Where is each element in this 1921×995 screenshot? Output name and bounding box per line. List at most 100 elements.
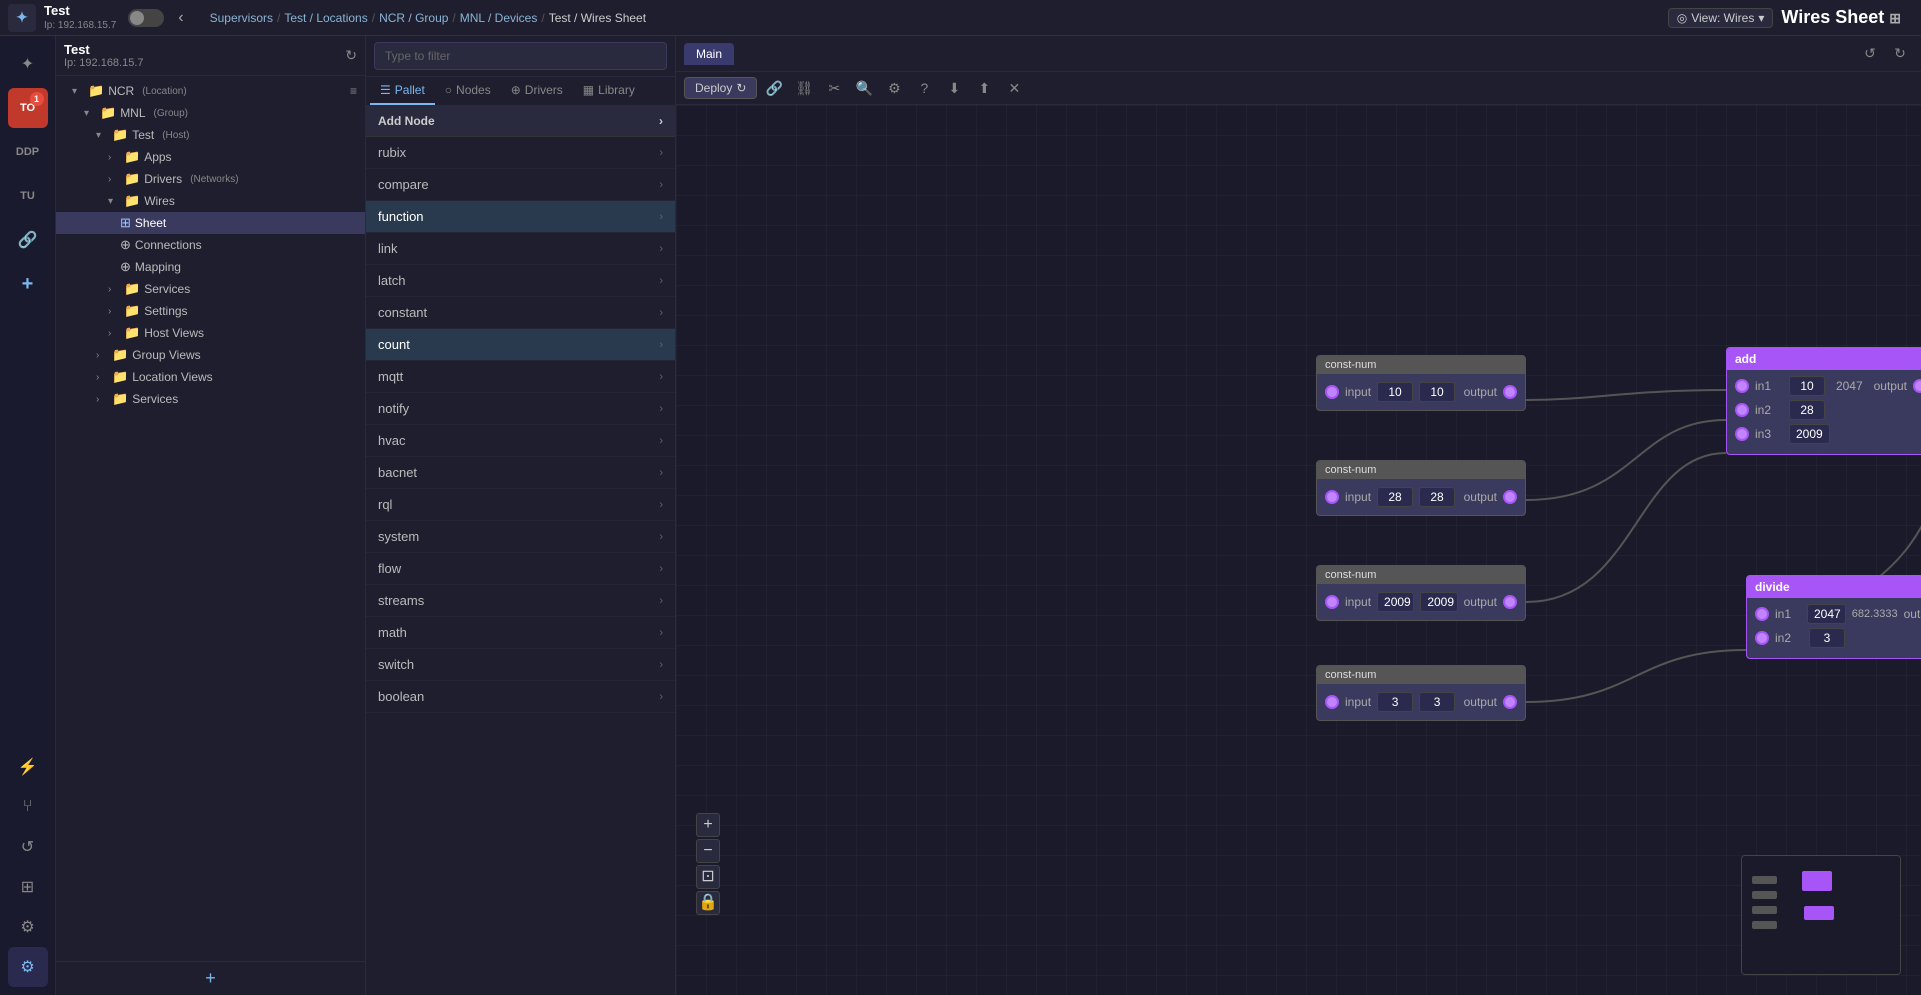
close-canvas-button[interactable]: ✕	[1001, 75, 1027, 101]
download-button[interactable]: ⬇	[941, 75, 967, 101]
link-canvas-button[interactable]: 🔗	[761, 75, 787, 101]
view-selector[interactable]: ◎ View: Wires ▾	[1668, 8, 1774, 28]
tab-drivers[interactable]: ⊕ Drivers	[501, 77, 573, 105]
add-in2-port[interactable]	[1735, 403, 1749, 417]
gear-canvas-button[interactable]: ⚙	[881, 75, 907, 101]
canvas-grid[interactable]: const-num input 10 10 output const-num	[676, 105, 1921, 995]
output-port-2[interactable]	[1503, 490, 1517, 504]
breadcrumb-wires-sheet[interactable]: Test / Wires Sheet	[549, 11, 646, 25]
output-port-3[interactable]	[1503, 595, 1517, 609]
pallet-item-switch[interactable]: switch ›	[366, 649, 675, 681]
link-sidebar-button[interactable]: 🔗	[8, 220, 48, 260]
const-num-node-4[interactable]: const-num input 3 3 output	[1316, 665, 1526, 721]
input-value-4[interactable]: 3	[1377, 692, 1413, 712]
pallet-item-compare[interactable]: compare ›	[366, 169, 675, 201]
add-in2-value[interactable]: 28	[1789, 400, 1825, 420]
add-node-button[interactable]: Add Node ›	[366, 106, 675, 137]
tree-item-mapping[interactable]: ⊕ Mapping	[56, 256, 365, 278]
input-port-2[interactable]	[1325, 490, 1339, 504]
breadcrumb-test-locations[interactable]: Test / Locations	[284, 11, 367, 25]
tree-item-location-views[interactable]: › 📁 Location Views	[56, 366, 365, 388]
tree-item-services[interactable]: › 📁 Services	[56, 388, 365, 410]
to-button[interactable]: TO 1	[8, 88, 48, 128]
pallet-item-flow[interactable]: flow ›	[366, 553, 675, 585]
tree-item-host-views[interactable]: › 📁 Host Views	[56, 322, 365, 344]
add-in1-value[interactable]: 10	[1789, 376, 1825, 396]
const-num-node-2[interactable]: const-num input 28 28 output	[1316, 460, 1526, 516]
sync2-button[interactable]: ↻	[1887, 41, 1913, 67]
collapse-sidebar-button[interactable]: ‹	[172, 7, 189, 29]
add-sidebar-button[interactable]: +	[8, 264, 48, 304]
pallet-item-streams[interactable]: streams ›	[366, 585, 675, 617]
input-value-1[interactable]: 10	[1377, 382, 1413, 402]
topbar-toggle[interactable]	[128, 9, 164, 27]
pallet-search-input[interactable]	[374, 42, 667, 70]
cut-button[interactable]: ✂	[821, 75, 847, 101]
tree-item-ncr[interactable]: ▾ 📁 NCR (Location) ≡	[56, 80, 365, 102]
pallet-item-hvac[interactable]: hvac ›	[366, 425, 675, 457]
tree-item-drivers[interactable]: › 📁 Drivers (Networks)	[56, 168, 365, 190]
breadcrumb-mnl-devices[interactable]: MNL / Devices	[460, 11, 538, 25]
output-port-4[interactable]	[1503, 695, 1517, 709]
add-in3-value[interactable]: 2009	[1789, 424, 1830, 444]
input-port-3[interactable]	[1325, 595, 1339, 609]
tree-item-services-sub[interactable]: › 📁 Services	[56, 278, 365, 300]
const-num-node-1[interactable]: const-num input 10 10 output	[1316, 355, 1526, 411]
refresh2-button[interactable]: ↺	[8, 827, 48, 867]
sync1-button[interactable]: ↺	[1857, 41, 1883, 67]
tree-item-apps[interactable]: › 📁 Apps	[56, 146, 365, 168]
tree-item-test-host[interactable]: ▾ 📁 Test (Host)	[56, 124, 365, 146]
divide-in1-value[interactable]: 2047	[1807, 604, 1846, 624]
deploy-button[interactable]: Deploy ↻	[684, 77, 757, 99]
pallet-item-count[interactable]: count ›	[366, 329, 675, 361]
breadcrumb-ncr-group[interactable]: NCR / Group	[379, 11, 448, 25]
unlink-canvas-button[interactable]: ⛓	[791, 75, 817, 101]
input-value-2[interactable]: 28	[1377, 487, 1413, 507]
tab-nodes[interactable]: ○ Nodes	[435, 77, 501, 105]
settings3-button[interactable]: ⚙	[8, 947, 48, 987]
add-in1-port[interactable]	[1735, 379, 1749, 393]
logo-sidebar-icon[interactable]: ✦	[8, 44, 48, 84]
tab-pallet[interactable]: ☰ Pallet	[370, 77, 435, 105]
pallet-item-rql[interactable]: rql ›	[366, 489, 675, 521]
ddp-button[interactable]: DDP	[8, 132, 48, 172]
tree-item-settings[interactable]: › 📁 Settings	[56, 300, 365, 322]
pallet-item-notify[interactable]: notify ›	[366, 393, 675, 425]
tool-button[interactable]: ⚙	[8, 907, 48, 947]
zoom-fit-button[interactable]: ⊡	[696, 865, 720, 889]
input-value-3[interactable]: 2009	[1377, 592, 1414, 612]
breadcrumb-supervisors[interactable]: Supervisors	[210, 11, 273, 25]
divide-node[interactable]: divide in1 2047 682.3333 output in2 3	[1746, 575, 1921, 659]
add-in3-port[interactable]	[1735, 427, 1749, 441]
zoom-lock-button[interactable]: 🔒	[696, 891, 720, 915]
tree-menu-icon[interactable]: ≡	[350, 84, 357, 98]
branch-button[interactable]: ⑂	[8, 787, 48, 827]
pallet-item-bacnet[interactable]: bacnet ›	[366, 457, 675, 489]
zoom-out-button[interactable]: −	[696, 839, 720, 863]
pallet-item-rubix[interactable]: rubix ›	[366, 137, 675, 169]
upload-button[interactable]: ⬆	[971, 75, 997, 101]
grid2-button[interactable]: ⊞	[8, 867, 48, 907]
pallet-item-constant[interactable]: constant ›	[366, 297, 675, 329]
divide-in2-port[interactable]	[1755, 631, 1769, 645]
add-node[interactable]: add in1 10 2047 output in2 28	[1726, 347, 1921, 455]
tree-item-mnl[interactable]: ▾ 📁 MNL (Group)	[56, 102, 365, 124]
tree-item-group-views[interactable]: › 📁 Group Views	[56, 344, 365, 366]
output-port-1[interactable]	[1503, 385, 1517, 399]
pallet-item-link[interactable]: link ›	[366, 233, 675, 265]
add-output-port[interactable]	[1913, 379, 1921, 393]
app-logo[interactable]: ✦	[8, 4, 36, 32]
tree-item-wires[interactable]: ▾ 📁 Wires	[56, 190, 365, 212]
tu-button[interactable]: TU	[8, 176, 48, 216]
const-num-node-3[interactable]: const-num input 2009 2009 output	[1316, 565, 1526, 621]
flash-button[interactable]: ⚡	[8, 747, 48, 787]
pallet-item-latch[interactable]: latch ›	[366, 265, 675, 297]
tree-refresh-button[interactable]: ↻	[345, 47, 357, 64]
input-port-4[interactable]	[1325, 695, 1339, 709]
divide-in1-port[interactable]	[1755, 607, 1769, 621]
pallet-item-math[interactable]: math ›	[366, 617, 675, 649]
tree-item-sheet[interactable]: ⊞ Sheet	[56, 212, 365, 234]
tree-add-button[interactable]: +	[56, 961, 365, 995]
tree-item-connections[interactable]: ⊕ Connections	[56, 234, 365, 256]
tab-library[interactable]: ▦ Library	[573, 77, 645, 105]
